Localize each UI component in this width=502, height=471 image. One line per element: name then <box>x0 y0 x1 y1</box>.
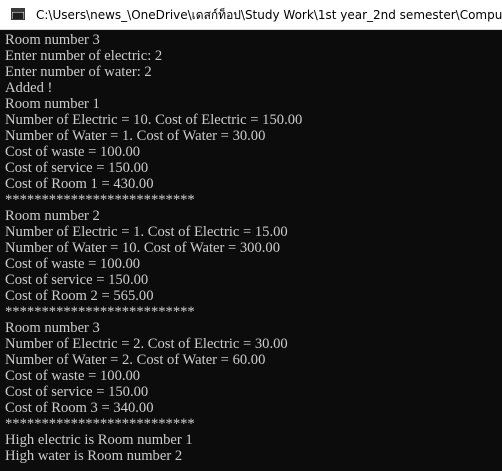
console-line: Number of Electric = 1. Cost of Electric… <box>5 224 288 240</box>
console-line: ************************** <box>5 304 195 320</box>
console-line: Number of Water = 10. Cost of Water = 30… <box>5 240 280 256</box>
console-line: Room number 1 <box>5 96 100 112</box>
console-window: C:\Users\news_\OneDrive\เดสก์ท็อป\Study … <box>0 0 502 471</box>
console-line: Room number 3 <box>5 320 100 336</box>
console-app-icon <box>11 8 25 20</box>
console-line: Cost of waste = 100.00 <box>5 144 141 160</box>
console-line: Cost of Room 2 = 565.00 <box>5 288 154 304</box>
console-line: High water is Room number 2 <box>5 448 183 464</box>
console-line: High electric is Room number 1 <box>5 432 193 448</box>
console-line: Room number 3 <box>5 32 100 48</box>
console-output[interactable]: Room number 3 Enter number of electric: 2… <box>0 30 502 471</box>
title-bar[interactable]: C:\Users\news_\OneDrive\เดสก์ท็อป\Study … <box>0 0 502 30</box>
console-line: Cost of service = 150.00 <box>5 384 149 400</box>
console-line: Cost of waste = 100.00 <box>5 368 141 384</box>
console-line: Added ! <box>5 80 53 96</box>
console-line: Cost of waste = 100.00 <box>5 256 141 272</box>
console-line: Cost of Room 1 = 430.00 <box>5 176 154 192</box>
console-line: Enter number of electric: 2 <box>5 48 163 64</box>
console-lines: Room number 3 Enter number of electric: 2… <box>5 32 502 464</box>
console-line: Number of Electric = 2. Cost of Electric… <box>5 336 288 352</box>
console-line: ************************** <box>5 416 195 432</box>
console-line: Cost of Room 3 = 340.00 <box>5 400 154 416</box>
console-line: Room number 2 <box>5 208 100 224</box>
console-line: Number of Electric = 10. Cost of Electri… <box>5 112 303 128</box>
console-line: Cost of service = 150.00 <box>5 160 149 176</box>
console-line: ************************** <box>5 192 195 208</box>
console-line: Cost of service = 150.00 <box>5 272 149 288</box>
console-line: Enter number of water: 2 <box>5 64 152 80</box>
window-title: C:\Users\news_\OneDrive\เดสก์ท็อป\Study … <box>36 8 502 22</box>
console-line: Number of Water = 1. Cost of Water = 30.… <box>5 128 266 144</box>
console-line: Number of Water = 2. Cost of Water = 60.… <box>5 352 266 368</box>
